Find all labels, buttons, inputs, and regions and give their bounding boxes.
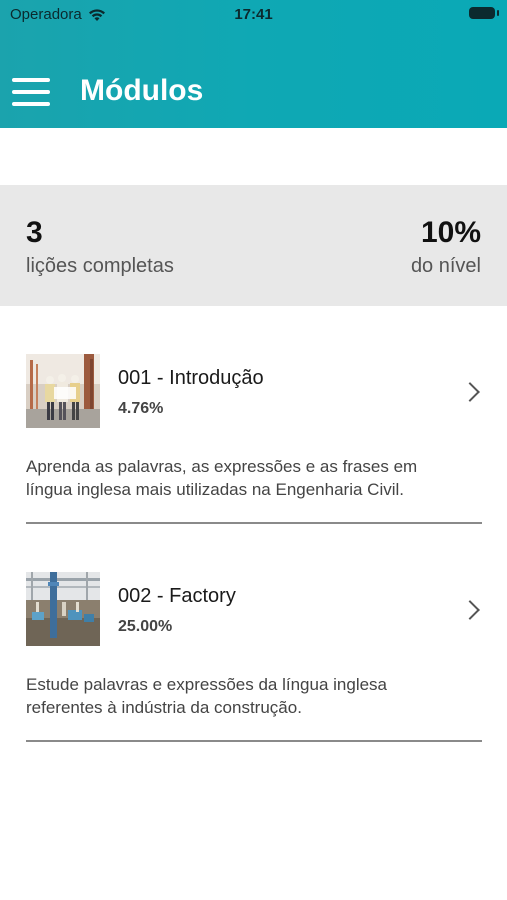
page-title: Módulos [80, 74, 204, 107]
module-percent: 25.00% [118, 618, 173, 635]
progress-summary: 3 lições completas 10% do nível [0, 185, 507, 306]
lessons-completed-count: 3 [26, 216, 43, 249]
divider [26, 740, 482, 742]
module-percent: 4.76% [118, 400, 164, 417]
chevron-right-icon [460, 382, 480, 402]
module-thumbnail [26, 354, 100, 428]
module-title: 002 - Factory [118, 585, 236, 607]
module-description: Estude palavras e expressões da língua i… [26, 675, 388, 717]
hamburger-menu-icon[interactable] [12, 78, 50, 106]
level-progress-value: 10% [420, 216, 481, 249]
module-thumbnail [26, 572, 100, 646]
module-description: Aprenda as palavras, as expressões e as … [26, 457, 418, 499]
status-bar: Operadora 17:41 [0, 0, 507, 30]
chevron-right-icon [460, 600, 480, 620]
lessons-completed-label: lições completas [26, 255, 174, 277]
clock: 17:41 [234, 6, 273, 23]
divider [26, 522, 482, 524]
battery-icon [469, 7, 499, 19]
app-header: Operadora 17:41 Módulos [0, 0, 507, 128]
module-title: 001 - Introdução [118, 367, 264, 389]
level-progress-label: do nível [410, 255, 481, 277]
